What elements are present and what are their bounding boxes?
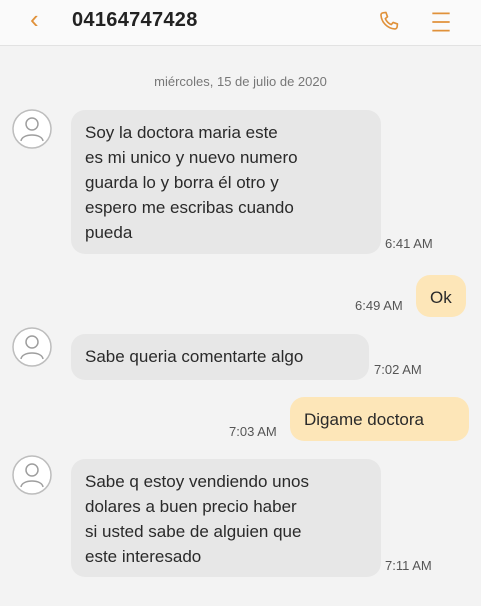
incoming-message[interactable]: Sabe queria comentarte algo — [71, 334, 369, 380]
message-time: 6:49 AM — [355, 298, 403, 313]
menu-icon[interactable] — [428, 9, 454, 35]
message-time: 7:03 AM — [229, 424, 277, 439]
chevron-left-icon[interactable]: ‹ — [30, 6, 39, 32]
date-separator: miércoles, 15 de julio de 2020 — [154, 74, 327, 89]
contact-avatar-icon[interactable] — [11, 454, 53, 496]
conversation-header: ‹ 04164747428 — [0, 0, 481, 46]
message-time: 7:11 AM — [385, 558, 432, 573]
phone-icon[interactable] — [376, 9, 402, 35]
message-time: 7:02 AM — [374, 362, 422, 377]
message-time: 6:41 AM — [385, 236, 433, 251]
contact-avatar-icon[interactable] — [11, 326, 53, 368]
outgoing-message[interactable]: Digame doctora — [290, 397, 469, 441]
contact-avatar-icon[interactable] — [11, 108, 53, 150]
incoming-message[interactable]: Soy la doctora maria este es mi unico y … — [71, 110, 381, 254]
incoming-message[interactable]: Sabe q estoy vendiendo unos dolares a bu… — [71, 459, 381, 577]
outgoing-message[interactable]: Ok — [416, 275, 466, 317]
contact-title: 04164747428 — [72, 9, 198, 31]
